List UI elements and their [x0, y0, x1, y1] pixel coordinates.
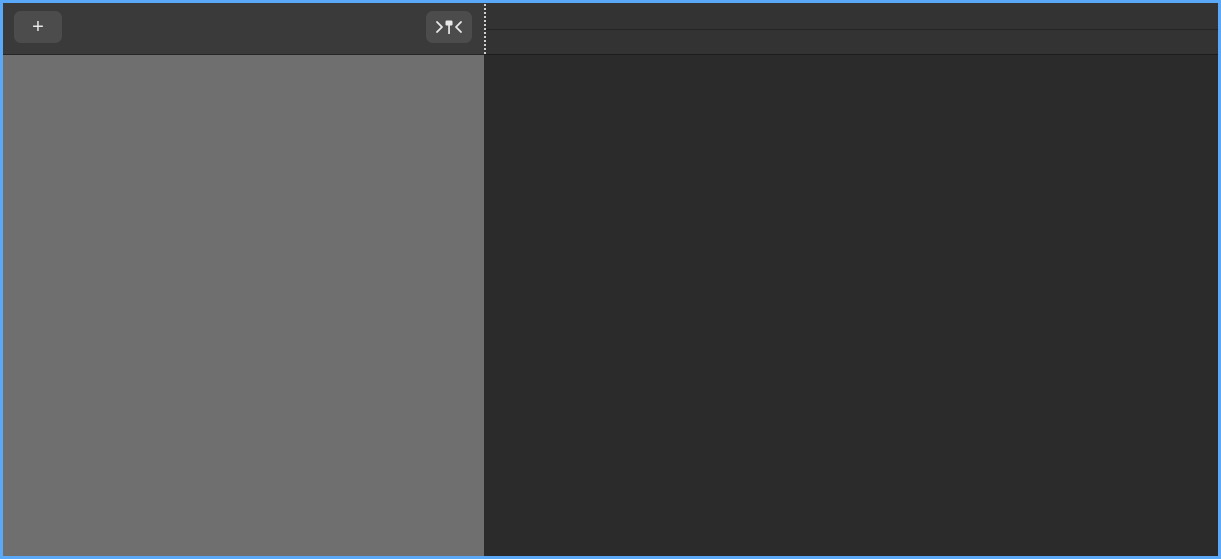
playhead[interactable] — [484, 0, 486, 55]
garageband-tracks-window: + — [0, 0, 1221, 559]
add-track-button[interactable]: + — [14, 11, 62, 43]
timeline-ruler[interactable] — [484, 0, 1221, 55]
track-config-icon — [434, 18, 464, 36]
track-header-configuration-button[interactable] — [426, 11, 472, 43]
track-headers-toolbar: + — [0, 0, 484, 55]
tracks-area[interactable] — [484, 0, 1221, 559]
ruler-bar-row — [484, 0, 1221, 30]
region-canvas[interactable] — [484, 55, 1221, 559]
add-track-label: + — [32, 17, 44, 37]
track-headers-pane: + — [0, 0, 484, 559]
